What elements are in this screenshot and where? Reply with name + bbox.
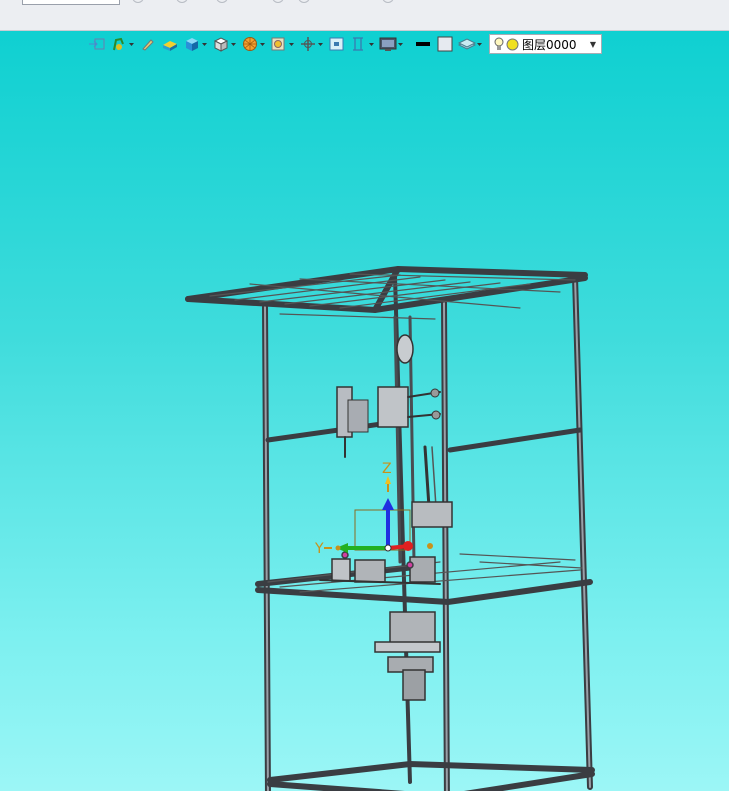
3d-viewport[interactable]: 图层0000 ▼ Y Z: [0, 31, 729, 791]
mid-beam: [265, 419, 583, 453]
top-toolbar-strip: [0, 0, 729, 31]
top-toolbar-ghost-icon[interactable]: [382, 0, 394, 3]
frame-leg: [262, 274, 593, 791]
top-toolbar-ghost-icon[interactable]: [272, 0, 284, 3]
top-toolbar-ghost-icon[interactable]: [176, 0, 188, 3]
top-toolbar-ghost-icon[interactable]: [132, 0, 144, 3]
top-input-field[interactable]: [22, 0, 120, 5]
top-toolbar-ghost-icon[interactable]: [298, 0, 310, 3]
axis-z-label: Z: [382, 461, 392, 477]
axis-y-label: Y: [314, 541, 324, 557]
3d-model[interactable]: Y Z: [0, 31, 729, 791]
bottom-frame: [267, 760, 595, 791]
top-toolbar-ghost-icon[interactable]: [216, 0, 228, 3]
